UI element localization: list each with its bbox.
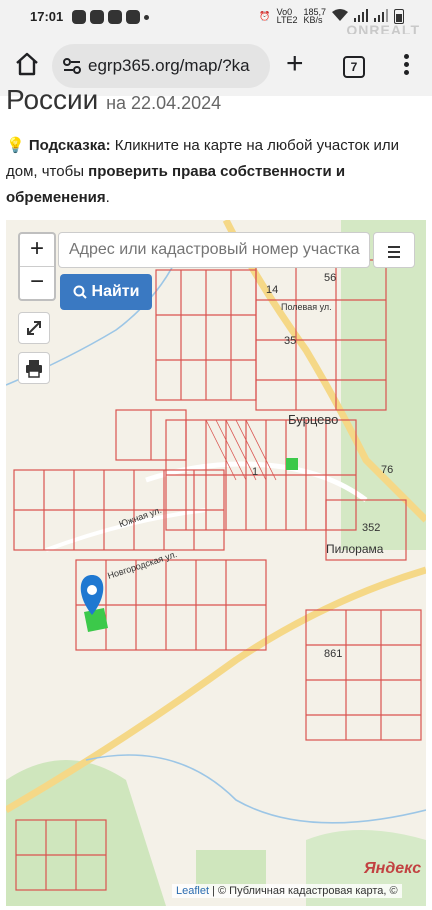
new-tab-button[interactable]: + — [286, 49, 304, 79]
map-label-street: Полевая ул. — [281, 302, 332, 312]
lte-indicator: Vo0 LTE2 — [276, 7, 298, 25]
hamburger-icon — [374, 233, 414, 258]
page-title: России на 22.04.2024 — [6, 84, 221, 116]
fullscreen-icon — [27, 321, 41, 335]
map-label-parcel: 35 — [284, 335, 297, 347]
map-canvas[interactable] — [6, 220, 426, 906]
printer-icon — [26, 360, 42, 378]
map-label-sawmill: Пилорама — [326, 542, 384, 556]
list-menu-button[interactable] — [373, 232, 415, 268]
fullscreen-button[interactable] — [18, 312, 50, 344]
attribution-text: | © Публичная кадастровая карта, © — [209, 885, 398, 897]
find-button[interactable]: Найти — [60, 274, 152, 310]
map-label-parcel: 1 — [252, 466, 259, 478]
app-notification-icon — [72, 10, 86, 24]
leaflet-link[interactable]: Leaflet — [176, 885, 209, 897]
hint-text-end: . — [105, 189, 110, 206]
map-label-parcel: 14 — [266, 284, 279, 296]
map-label-parcel: 76 — [381, 464, 394, 476]
clock: 17:01 — [30, 9, 64, 24]
cadastral-map[interactable]: Бурцево Пилорама Южная ул. Новгородская … — [6, 220, 426, 906]
map-label-parcel: 56 — [324, 272, 337, 284]
more-notifications-icon — [144, 15, 149, 20]
lightbulb-icon: 💡 — [6, 137, 25, 154]
yandex-logo: Яндекс — [364, 860, 422, 877]
search-icon — [73, 285, 87, 299]
app-notification-icon — [126, 10, 140, 24]
print-button[interactable] — [18, 352, 50, 384]
zoom-out-button[interactable]: − — [20, 267, 54, 299]
more-menu-icon[interactable] — [396, 54, 416, 80]
tune-icon[interactable] — [62, 56, 82, 76]
net-speed: 185,7 KB/s — [303, 7, 326, 25]
hint-block: 💡 Подсказка: Кликните на карте на любой … — [6, 133, 424, 211]
app-notification-icon — [90, 10, 104, 24]
app-notification-icon — [108, 10, 122, 24]
page-title-date: на 22.04.2024 — [106, 93, 222, 113]
map-label-parcel: 861 — [324, 648, 343, 660]
address-search-input[interactable] — [58, 232, 370, 268]
find-button-label: Найти — [91, 283, 140, 300]
status-bar: 17:01 ⏰ Vo0 LTE2 185,7 KB/s ONREALT — [0, 0, 432, 38]
map-attribution: Leaflet | © Публичная кадастровая карта,… — [172, 884, 402, 898]
map-label-village: Бурцево — [288, 412, 339, 427]
url-text: egrp365.org/map/?ka — [88, 56, 250, 75]
notification-icons — [72, 10, 149, 24]
tabs-count-button[interactable]: 7 — [343, 56, 365, 78]
home-icon[interactable] — [14, 51, 40, 77]
hint-label: Подсказка: — [28, 137, 111, 154]
map-label-parcel: 352 — [362, 522, 381, 534]
page-title-text: России — [6, 84, 99, 115]
address-bar[interactable]: egrp365.org/map/?ka — [52, 44, 270, 88]
alarm-icon: ⏰ — [259, 10, 271, 21]
zoom-in-button[interactable]: + — [20, 234, 54, 267]
zoom-control: + − — [18, 232, 56, 301]
